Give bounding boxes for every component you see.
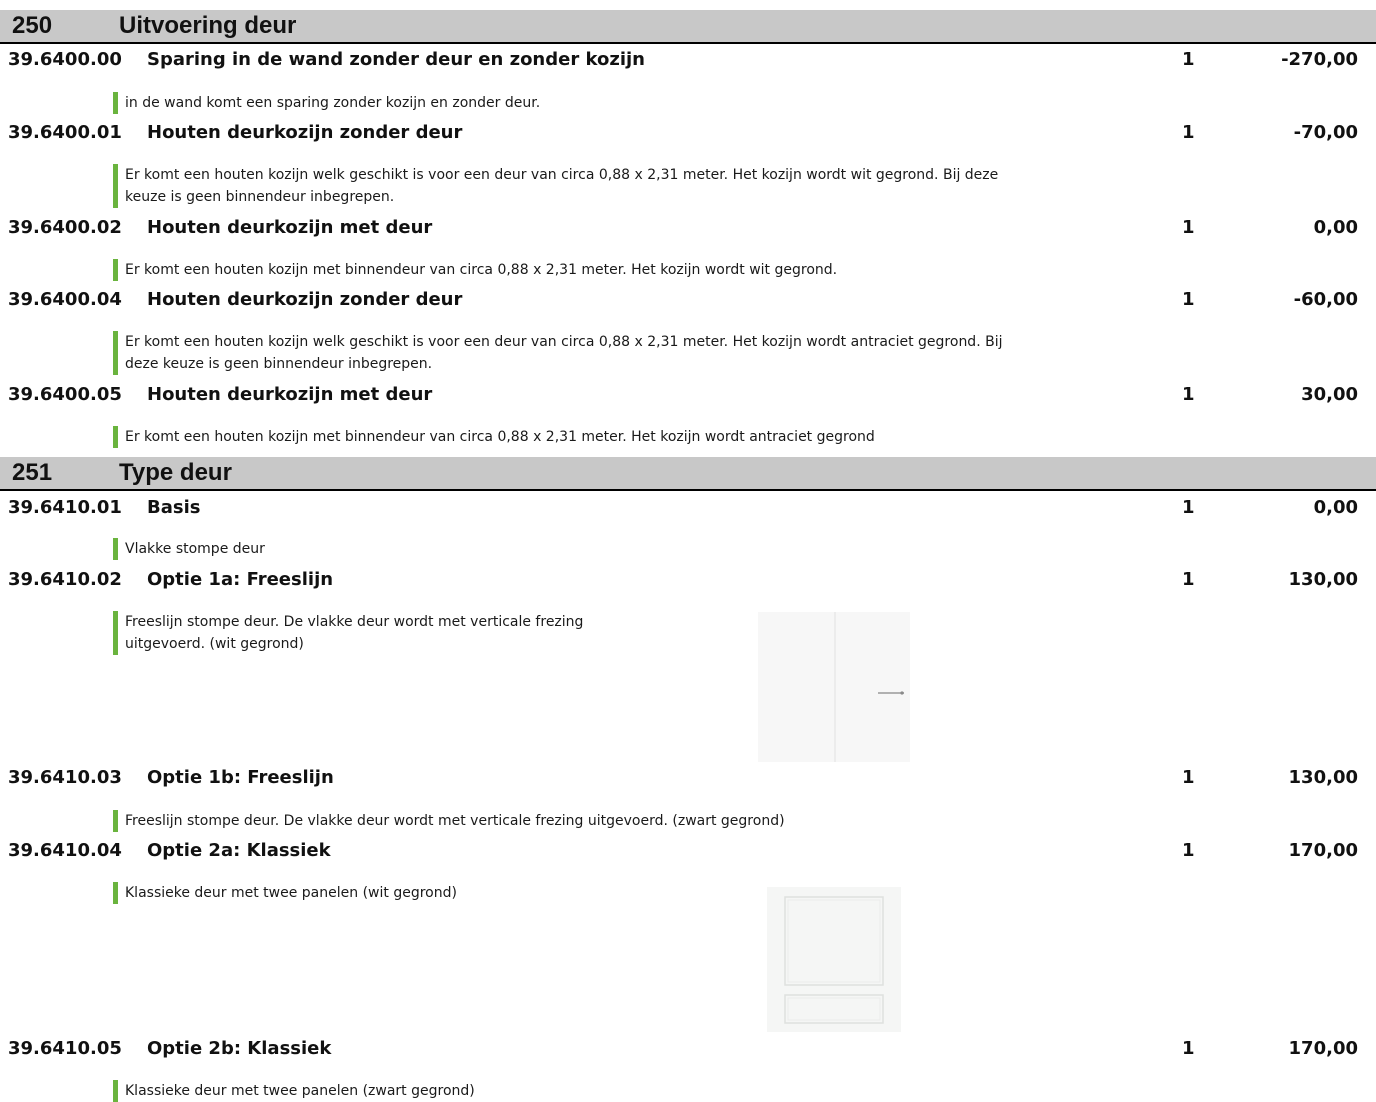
item-row: 39.6410.04 Optie 2a: Klassiek 1 170,00	[0, 838, 1376, 864]
section-title: Type deur	[119, 459, 232, 486]
item-price: 0,00	[1313, 217, 1358, 238]
item-row: 39.6400.02 Houten deurkozijn met deur 1 …	[0, 215, 1376, 241]
item-code: 39.6410.01	[8, 497, 122, 518]
description-line: in de wand komt een sparing zonder kozij…	[125, 95, 541, 111]
description-line: Klassieke deur met twee panelen (zwart g…	[125, 1083, 475, 1099]
item-qty: 1	[1182, 840, 1195, 861]
description-line: Er komt een houten kozijn welk geschikt …	[125, 167, 999, 183]
item-name: Houten deurkozijn met deur	[147, 217, 433, 238]
item-qty: 1	[1182, 217, 1195, 238]
item-row: 39.6410.01 Basis 1 0,00	[0, 495, 1376, 521]
item-description: Er komt een houten kozijn met binnendeur…	[113, 426, 875, 448]
item-qty: 1	[1182, 767, 1195, 788]
item-qty: 1	[1182, 289, 1195, 310]
description-line: Freeslijn stompe deur. De vlakke deur wo…	[125, 614, 584, 630]
section-header-250: 250 Uitvoering deur	[0, 10, 1376, 44]
item-price: 170,00	[1288, 1038, 1358, 1059]
item-qty: 1	[1182, 1038, 1195, 1059]
item-qty: 1	[1182, 569, 1195, 590]
freeslijn-door-image	[758, 612, 910, 762]
item-description: Freeslijn stompe deur. De vlakke deur wo…	[113, 810, 785, 832]
description-line: Freeslijn stompe deur. De vlakke deur wo…	[125, 813, 785, 829]
item-description: Klassieke deur met twee panelen (wit geg…	[113, 882, 457, 904]
item-price: -270,00	[1281, 49, 1358, 70]
item-description: in de wand komt een sparing zonder kozij…	[113, 92, 540, 114]
item-price: 170,00	[1288, 840, 1358, 861]
item-code: 39.6400.05	[8, 384, 122, 405]
item-code: 39.6400.00	[8, 49, 122, 70]
item-description: Er komt een houten kozijn welk geschikt …	[113, 164, 998, 208]
freeslijn-door-graphic	[758, 612, 910, 762]
item-code: 39.6410.04	[8, 840, 122, 861]
description-line: Er komt een houten kozijn welk geschikt …	[125, 334, 1003, 350]
item-name: Optie 1b: Freeslijn	[147, 767, 334, 788]
section-number: 250	[12, 12, 53, 39]
item-row: 39.6400.04 Houten deurkozijn zonder deur…	[0, 287, 1376, 313]
description-line: keuze is geen binnendeur inbegrepen.	[125, 189, 395, 205]
item-code: 39.6400.02	[8, 217, 122, 238]
description-line: deze keuze is geen binnendeur inbegrepen…	[125, 356, 433, 372]
item-code: 39.6410.05	[8, 1038, 122, 1059]
item-name: Basis	[147, 497, 201, 518]
klassiek-door-graphic	[767, 887, 901, 1032]
klassiek-door-image	[767, 887, 901, 1032]
item-code: 39.6410.03	[8, 767, 122, 788]
item-code: 39.6400.04	[8, 289, 122, 310]
item-name: Optie 1a: Freeslijn	[147, 569, 334, 590]
item-price: 130,00	[1288, 569, 1358, 590]
item-name: Houten deurkozijn zonder deur	[147, 122, 463, 143]
item-qty: 1	[1182, 49, 1195, 70]
description-line: Vlakke stompe deur	[125, 541, 265, 557]
item-description: Er komt een houten kozijn met binnendeur…	[113, 259, 837, 281]
section-number: 251	[12, 459, 53, 486]
item-price: -70,00	[1293, 122, 1358, 143]
item-description: Vlakke stompe deur	[113, 538, 265, 560]
item-description: Er komt een houten kozijn welk geschikt …	[113, 331, 1002, 375]
item-row: 39.6400.01 Houten deurkozijn zonder deur…	[0, 120, 1376, 146]
description-line: Er komt een houten kozijn met binnendeur…	[125, 429, 875, 445]
item-description: Klassieke deur met twee panelen (zwart g…	[113, 1080, 475, 1102]
item-qty: 1	[1182, 497, 1195, 518]
item-description: Freeslijn stompe deur. De vlakke deur wo…	[113, 611, 583, 655]
item-qty: 1	[1182, 122, 1195, 143]
item-name: Sparing in de wand zonder deur en zonder…	[147, 49, 645, 70]
item-code: 39.6410.02	[8, 569, 122, 590]
description-line: Klassieke deur met twee panelen (wit geg…	[125, 885, 457, 901]
item-row: 39.6410.03 Optie 1b: Freeslijn 1 130,00	[0, 765, 1376, 791]
item-row: 39.6400.05 Houten deurkozijn met deur 1 …	[0, 382, 1376, 408]
item-price: -60,00	[1293, 289, 1358, 310]
item-row: 39.6410.05 Optie 2b: Klassiek 1 170,00	[0, 1036, 1376, 1062]
item-price: 130,00	[1288, 767, 1358, 788]
item-row: 39.6410.02 Optie 1a: Freeslijn 1 130,00	[0, 567, 1376, 593]
item-name: Optie 2a: Klassiek	[147, 840, 331, 861]
item-name: Houten deurkozijn zonder deur	[147, 289, 463, 310]
section-header-251: 251 Type deur	[0, 457, 1376, 491]
section-title: Uitvoering deur	[119, 12, 297, 39]
item-name: Houten deurkozijn met deur	[147, 384, 433, 405]
item-row: 39.6400.00 Sparing in de wand zonder deu…	[0, 47, 1376, 73]
item-price: 30,00	[1301, 384, 1358, 405]
item-name: Optie 2b: Klassiek	[147, 1038, 332, 1059]
description-line: uitgevoerd. (wit gegrond)	[125, 636, 304, 652]
item-price: 0,00	[1313, 497, 1358, 518]
description-line: Er komt een houten kozijn met binnendeur…	[125, 262, 838, 278]
item-code: 39.6400.01	[8, 122, 122, 143]
item-qty: 1	[1182, 384, 1195, 405]
